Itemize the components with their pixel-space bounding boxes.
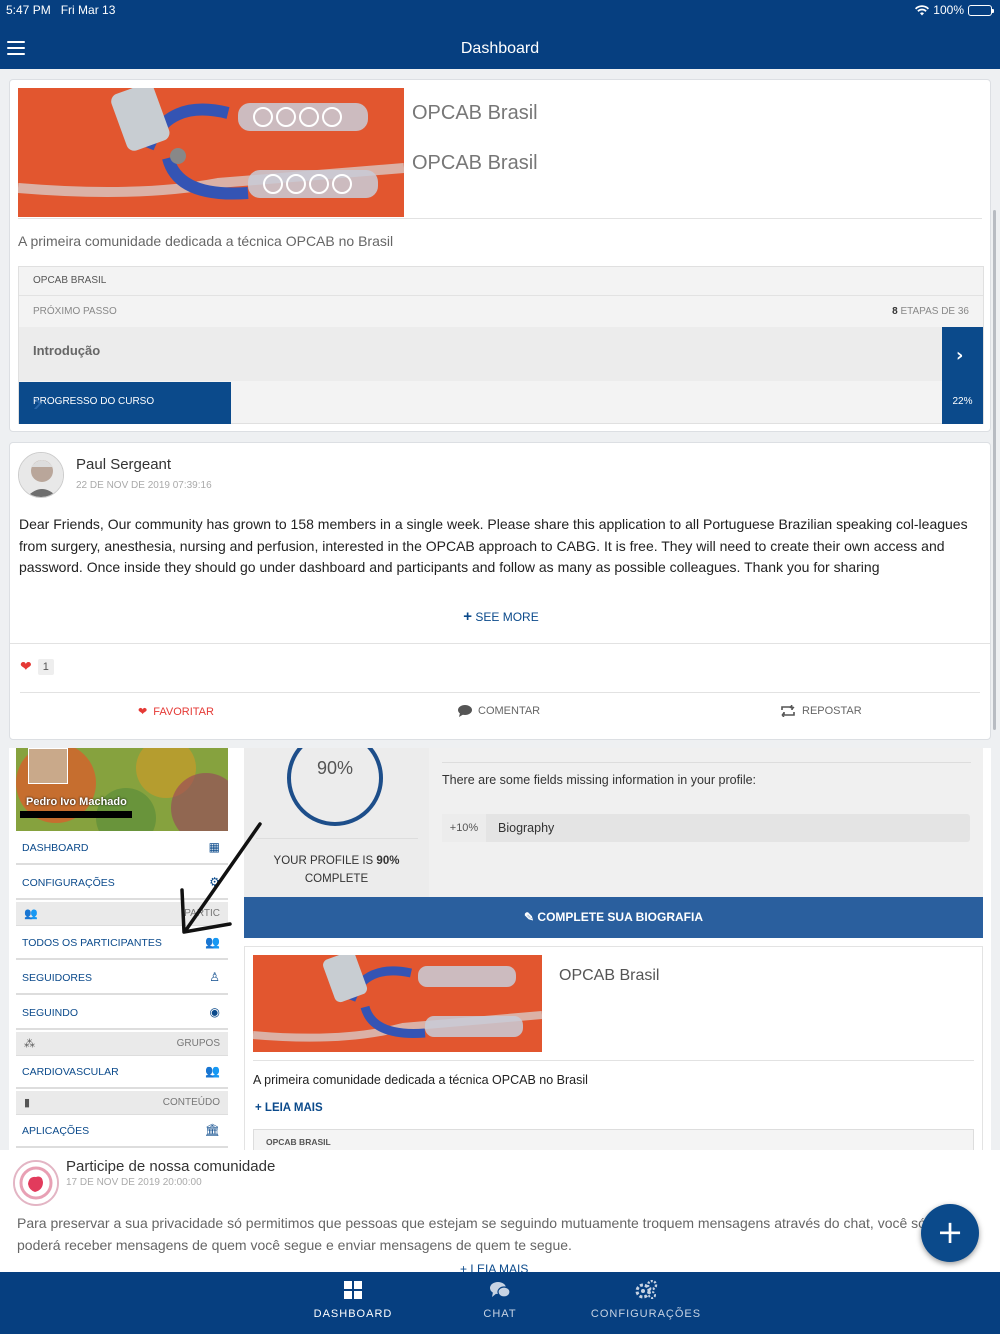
plus-icon: + (936, 1213, 964, 1251)
course-card[interactable]: OPCAB Brasil OPCAB Brasil A primeira com… (9, 79, 991, 432)
bank-icon: 🏛 (204, 1123, 220, 1137)
next-lesson-label: Introdução (33, 343, 101, 358)
battery-percent: 100% (933, 3, 964, 17)
next-step-label: PRÓXIMO PASSO (33, 306, 117, 317)
embedded-screenshot: Pedro Ivo Machado DASHBOARD ▦ CONFIGURAÇÕ… (9, 748, 991, 1150)
avatar[interactable] (13, 1160, 59, 1206)
field-percent: +10% (442, 814, 486, 842)
post-title[interactable]: Participe de nossa comunidade (66, 1158, 275, 1175)
complete-biography-button[interactable]: ✎ COMPLETE SUA BIOGRAFIA (244, 897, 983, 938)
gears-icon (580, 1279, 712, 1302)
scrollbar[interactable] (993, 210, 996, 730)
grid-icon (300, 1280, 406, 1302)
embedded-main: 90% YOUR PROFILE IS 90% COMPLETE There a… (244, 748, 984, 1150)
course-title: OPCAB Brasil (559, 967, 660, 984)
profile-completion: 90% YOUR PROFILE IS 90% COMPLETE There a… (244, 748, 983, 938)
menu-section-groups: ⁂ GRUPOS (16, 1032, 228, 1056)
read-more-link[interactable]: + LEIA MAIS (255, 1102, 323, 1114)
course-progress-box: OPCAB BRASIL PRÓXIMO PASSO 8 ETAPAS DE 3… (18, 266, 984, 424)
menu-item-following[interactable]: SEGUINDO ◉ (16, 997, 228, 1030)
plus-icon: + (255, 1102, 262, 1114)
redaction-bar (20, 811, 132, 818)
post-timestamp: 17 DE NOV DE 2019 20:00:00 (66, 1177, 202, 1188)
community-post: Participe de nossa comunidade 17 DE NOV … (0, 1150, 1000, 1272)
post-body: Para preservar a sua privacidade só perm… (17, 1215, 926, 1253)
avatar (28, 748, 68, 784)
course-box: OPCAB BRASIL (253, 1129, 974, 1150)
field-label: Biography (498, 821, 555, 835)
tab-chat[interactable]: CHAT (460, 1280, 540, 1320)
profile-cover: Pedro Ivo Machado (16, 748, 228, 831)
heart-icon: ❤ (138, 706, 148, 718)
missing-field-row: +10% Biography (442, 814, 970, 842)
menu-item-applications[interactable]: APLICAÇÕES 🏛 (16, 1115, 228, 1148)
course-image (253, 955, 542, 1052)
users-icon: 👥 (24, 907, 38, 920)
course-image (18, 88, 404, 217)
course-title: OPCAB Brasil (412, 102, 538, 124)
course-box-title: OPCAB BRASIL (33, 275, 107, 286)
next-lesson-button[interactable]: › 22% (942, 327, 983, 424)
wifi-icon (915, 4, 930, 15)
read-more-link[interactable]: + LEIA MAIS (460, 1262, 528, 1272)
embedded-sidebar: Pedro Ivo Machado DASHBOARD ▦ CONFIGURAÇÕ… (16, 748, 228, 1150)
add-button[interactable]: + (921, 1204, 979, 1262)
missing-info-text: There are some fields missing informatio… (442, 773, 757, 787)
profile-name: Pedro Ivo Machado (26, 796, 127, 808)
status-right: 100% (915, 3, 994, 17)
repost-icon (781, 705, 795, 717)
tab-bar: DASHBOARD CHAT CONFIGURAÇÕES (0, 1272, 1000, 1334)
annotation-arrow (180, 822, 262, 934)
status-time: 5:47 PM (6, 3, 51, 17)
top-bar: 5:47 PM Fri Mar 13 100% Dashboard (0, 0, 1000, 69)
chat-icon (460, 1280, 540, 1302)
like-count: 1 (37, 659, 54, 675)
favorite-button[interactable]: ❤ FAVORITAR (138, 705, 214, 719)
status-date: Fri Mar 13 (60, 3, 116, 17)
status-bar: 5:47 PM Fri Mar 13 (6, 3, 115, 17)
progress-percent: 22% (952, 396, 973, 407)
bookmark-icon: ▮ (24, 1096, 31, 1109)
divider (18, 218, 982, 219)
battery-icon (968, 4, 994, 16)
menu-item-cardiovascular[interactable]: CARDIOVASCULAR 👥 (16, 1056, 228, 1089)
person-icon: ♙ (209, 970, 220, 984)
steps-count: 8 ETAPAS DE 36 (892, 306, 969, 317)
tab-dashboard[interactable]: DASHBOARD (300, 1280, 406, 1320)
edit-icon: ✎ (524, 910, 535, 924)
page-title: Dashboard (460, 40, 540, 57)
plus-icon: + (463, 608, 473, 625)
podcast-icon: ◉ (209, 1005, 220, 1019)
network-icon: ⁂ (24, 1037, 35, 1050)
heart-icon: ❤ (20, 659, 32, 675)
see-more-link[interactable]: + SEE MORE (10, 608, 992, 625)
course-description: A primeira comunidade dedicada a técnica… (253, 1073, 588, 1087)
tab-settings[interactable]: CONFIGURAÇÕES (580, 1279, 712, 1320)
avatar[interactable] (18, 452, 64, 498)
comment-icon (458, 705, 472, 717)
post-card: Paul Sergeant 22 DE NOV DE 2019 07:39:16… (9, 442, 991, 740)
course-description: A primeira comunidade dedicada a técnica… (18, 233, 394, 249)
embedded-course-card: OPCAB Brasil A primeira comunidade dedic… (244, 946, 983, 1150)
chevron-right-icon: › (33, 386, 43, 417)
next-lesson[interactable]: Introdução (19, 327, 943, 381)
chevron-right-icon: › (956, 345, 964, 366)
menu-section-content: ▮ CONTEÚDO (16, 1091, 228, 1115)
repost-button[interactable]: REPOSTAR (780, 705, 862, 717)
comment-button[interactable]: COMENTAR (458, 705, 540, 717)
post-body: Dear Friends, Our community has grown to… (19, 516, 968, 575)
post-author[interactable]: Paul Sergeant (76, 456, 171, 473)
users-icon: 👥 (205, 1064, 220, 1078)
profile-progress-ring: 90% (287, 748, 383, 826)
menu-item-followers[interactable]: SEGUIDORES ♙ (16, 962, 228, 995)
post-timestamp: 22 DE NOV DE 2019 07:39:16 (76, 480, 212, 491)
progress-bar: PROGRESSO DO CURSO › (19, 382, 231, 424)
likes-row: ❤ 1 (20, 659, 54, 675)
course-subtitle: OPCAB Brasil (412, 152, 538, 174)
